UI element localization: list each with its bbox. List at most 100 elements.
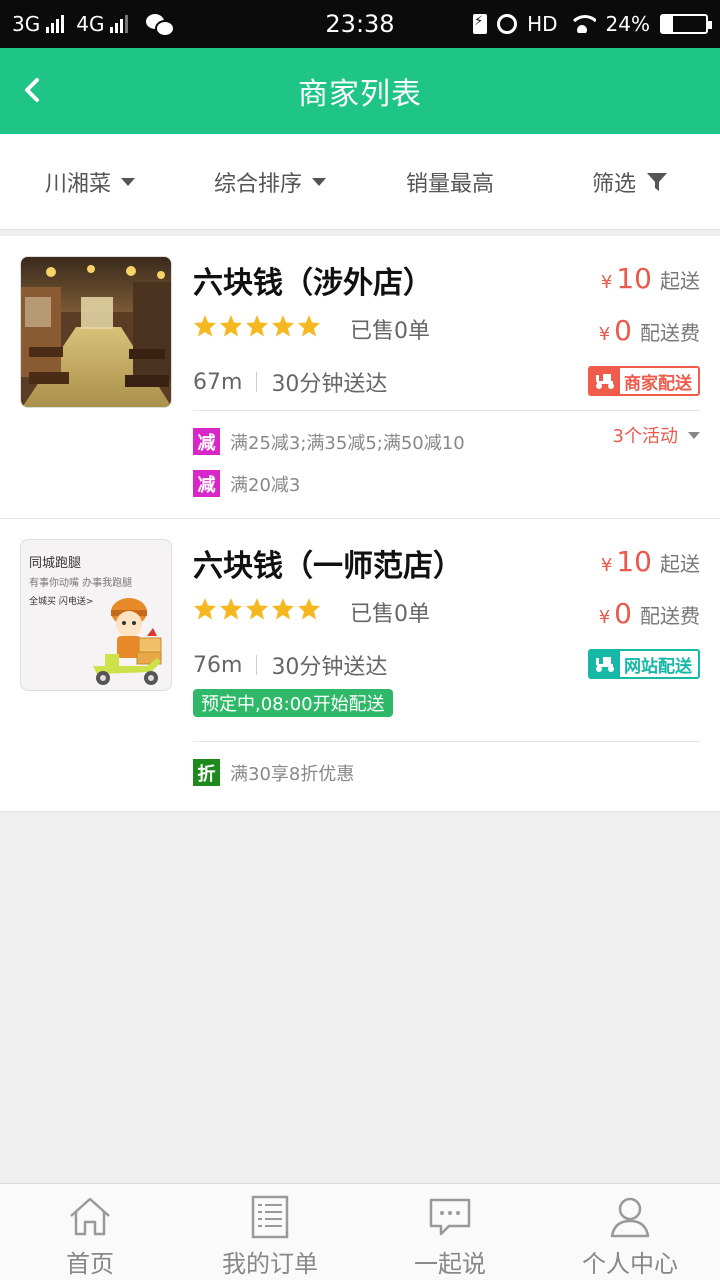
battery-icon: [660, 14, 712, 34]
filter-sort-label: 综合排序: [213, 171, 302, 197]
star-icon: [220, 598, 242, 620]
sold-count: 已售0单: [350, 602, 430, 627]
scooter-icon: [590, 651, 620, 677]
nav-profile-label: 个人中心: [582, 1250, 678, 1278]
discount-badge: 折: [193, 759, 220, 786]
scooter-icon: [590, 368, 620, 394]
wifi-icon: [567, 15, 596, 33]
min-order: ¥ 10 起送: [601, 545, 700, 578]
activity-toggle[interactable]: 3个活动: [613, 422, 700, 448]
promo-text: 满25减3;满35减5;满50减10: [230, 432, 465, 454]
battery-percent: 24%: [605, 12, 650, 36]
nav-home-label: 首页: [66, 1250, 114, 1278]
star-icon: [194, 598, 216, 620]
thumb-title: 同城跑腿: [29, 556, 82, 571]
star-icon: [194, 315, 216, 337]
star-icon: [246, 315, 268, 337]
shop-card[interactable]: 同城跑腿 有事你动嘴 办事我跑腿 全城买 闪电送> 六块钱（一师范店） 已售0单…: [0, 519, 720, 812]
caret-down-icon: [312, 177, 326, 186]
promo-row: 折 满30享8折优惠: [193, 759, 354, 786]
wechat-icon: [146, 14, 176, 37]
distance-time: 76m 30分钟送达: [193, 649, 387, 681]
filter-sort[interactable]: 综合排序: [180, 166, 360, 198]
nav-profile[interactable]: 个人中心: [540, 1184, 720, 1280]
min-order-unit: 起送: [660, 552, 700, 576]
distance-time: 67m 30分钟送达: [193, 366, 387, 398]
min-order-amount: 10: [616, 545, 652, 578]
home-icon: [70, 1197, 110, 1236]
thumb-subtitle: 全城买 闪电送>: [29, 597, 94, 607]
delivery-fee-amount: 0: [614, 597, 632, 630]
star-icon: [298, 598, 320, 620]
delivery-fee: ¥ 0 配送费: [599, 314, 700, 347]
nav-chat[interactable]: 一起说: [360, 1184, 540, 1280]
page-title: 商家列表: [298, 77, 422, 112]
filter-top-sales-label: 销量最高: [405, 171, 494, 197]
thumb-slogan: 有事你动嘴 办事我跑腿: [29, 578, 133, 589]
bottom-nav: 首页 我的订单 一起说 个人中心: [0, 1183, 720, 1280]
star-icon: [272, 315, 294, 337]
activity-count: 3个活动: [612, 426, 678, 447]
network-3g-label: 3G: [12, 12, 41, 36]
signal-icon: [110, 15, 129, 33]
shop-thumbnail: 同城跑腿 有事你动嘴 办事我跑腿 全城买 闪电送>: [20, 539, 172, 691]
rating-stars: [193, 314, 321, 338]
star-icon: [272, 598, 294, 620]
currency-symbol: ¥: [598, 324, 611, 345]
filter-screen[interactable]: 筛选: [540, 166, 720, 198]
status-left: 3G 4G: [12, 12, 302, 37]
network-4g-label: 4G: [76, 12, 105, 36]
currency-symbol: ¥: [598, 607, 611, 628]
chevron-left-icon[interactable]: [20, 77, 46, 103]
distance: 76m: [193, 652, 243, 678]
shop-name: 六块钱（一师范店）: [193, 549, 463, 584]
caret-down-icon: [121, 177, 135, 186]
shop-list: 六块钱（涉外店） 已售0单 67m 30分钟送达 ¥ 10 起送 ¥ 0 配送费: [0, 236, 720, 812]
delivery-fee-unit: 配送费: [640, 321, 700, 345]
distance: 67m: [193, 369, 243, 395]
delivery-time: 30分钟送达: [271, 372, 388, 397]
caret-down-icon: [688, 431, 700, 439]
preorder-tag: 预定中,08:00开始配送: [193, 689, 393, 717]
status-right: HD 24%: [473, 0, 712, 48]
separator: [256, 372, 258, 392]
promo-text: 满30享8折优惠: [230, 763, 355, 785]
charging-icon: [473, 14, 488, 34]
shop-thumbnail: [20, 256, 172, 408]
delivery-type-label: 商家配送: [624, 373, 692, 394]
promo-row: 减 满25减3;满35减5;满50减10: [193, 428, 465, 455]
filter-bar: 川湘菜 综合排序 销量最高 筛选: [0, 134, 720, 230]
discount-badge: 减: [193, 470, 220, 497]
courier-illustration: [93, 598, 162, 685]
min-order-unit: 起送: [660, 269, 700, 293]
min-order: ¥ 10 起送: [601, 262, 700, 295]
hd-label: HD: [527, 12, 558, 36]
promo-text: 满20减3: [230, 474, 301, 496]
order-list-icon: [251, 1195, 289, 1239]
funnel-icon: [647, 172, 667, 191]
nav-orders[interactable]: 我的订单: [180, 1184, 360, 1280]
rating-stars: [193, 597, 321, 621]
star-icon: [246, 598, 268, 620]
status-bar: 3G 4G 23:38 HD 24%: [0, 0, 720, 48]
sold-count: 已售0单: [350, 319, 430, 344]
currency-symbol: ¥: [600, 272, 613, 293]
shop-card[interactable]: 六块钱（涉外店） 已售0单 67m 30分钟送达 ¥ 10 起送 ¥ 0 配送费: [0, 236, 720, 519]
alarm-icon: [497, 14, 518, 34]
min-order-amount: 10: [616, 262, 652, 295]
delivery-type-badge: 网站配送: [588, 649, 700, 679]
delivery-time: 30分钟送达: [271, 655, 388, 680]
shop-name: 六块钱（涉外店）: [193, 266, 433, 301]
delivery-type-badge: 商家配送: [588, 366, 700, 396]
nav-chat-label: 一起说: [414, 1250, 486, 1278]
discount-badge: 减: [193, 428, 220, 455]
separator: [256, 655, 258, 675]
filter-top-sales[interactable]: 销量最高: [360, 166, 540, 198]
delivery-fee: ¥ 0 配送费: [599, 597, 700, 630]
filter-cuisine[interactable]: 川湘菜: [0, 166, 180, 198]
person-icon: [610, 1197, 650, 1238]
delivery-fee-amount: 0: [614, 314, 632, 347]
divider: [193, 410, 700, 411]
nav-home[interactable]: 首页: [0, 1184, 180, 1280]
app-header: 商家列表: [0, 48, 720, 134]
